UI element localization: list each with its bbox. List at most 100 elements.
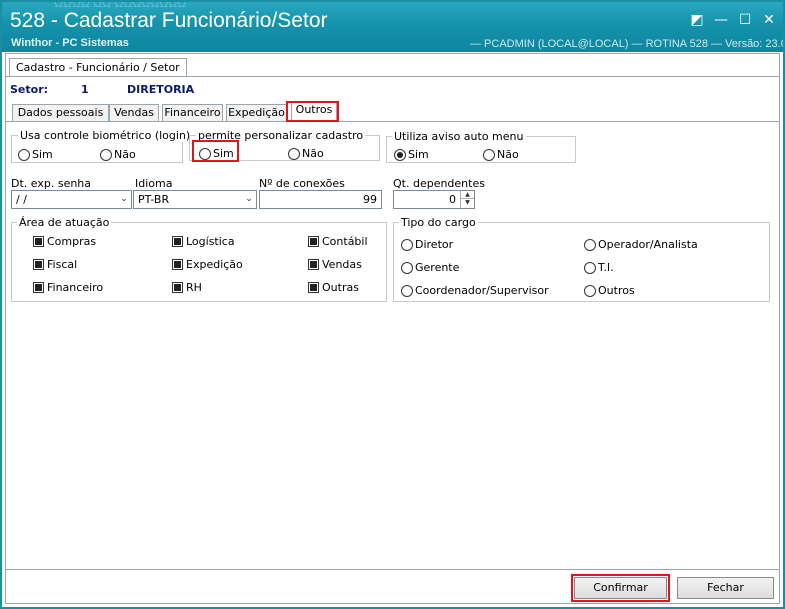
checkbox-icon: [308, 259, 319, 270]
dependentes-value: 0: [449, 193, 456, 206]
spin-up-icon[interactable]: ▲: [461, 191, 474, 199]
radio-label: Operador/Analista: [598, 238, 698, 251]
radio-label: Não: [302, 147, 324, 160]
radio-icon: [100, 148, 112, 161]
radio-label: Sim: [408, 148, 429, 161]
tab-divider: [6, 76, 779, 77]
tab-financeiro[interactable]: Financeiro: [162, 104, 223, 122]
radio-icon: [288, 147, 300, 160]
chevron-down-icon[interactable]: ⌄: [119, 194, 129, 205]
window-controls: ◩ — ☐ ✕: [689, 12, 777, 28]
checkbox-icon: [308, 282, 319, 293]
personalizar-nao-radio[interactable]: Não: [288, 147, 324, 160]
close-button[interactable]: Fechar: [677, 577, 774, 599]
radio-icon: [584, 261, 596, 274]
setor-label: Setor:: [10, 83, 49, 96]
checkbox-label: Fiscal: [47, 258, 78, 271]
aviso-sim-radio[interactable]: Sim: [394, 148, 429, 161]
radio-label: Não: [497, 148, 519, 161]
checkbox-label: Vendas: [322, 258, 362, 271]
window-subtitle: Winthor - PC Sistemas: [11, 37, 129, 49]
radio-label: Coordenador/Supervisor: [415, 284, 549, 297]
checkbox-label: RH: [186, 281, 202, 294]
area-expedicao-checkbox[interactable]: Expedição: [172, 258, 243, 271]
checkbox-icon: [33, 282, 44, 293]
area-fiscal-checkbox[interactable]: Fiscal: [33, 258, 77, 271]
minimize-icon[interactable]: —: [713, 12, 729, 28]
radio-icon: [401, 261, 413, 274]
subtab-divider: [6, 121, 779, 122]
dt-exp-value: / /: [16, 193, 27, 206]
checkbox-label: Compras: [47, 235, 97, 248]
biometrico-sim-radio[interactable]: Sim: [18, 148, 53, 161]
radio-label: Gerente: [415, 261, 460, 274]
tab-vendas[interactable]: Vendas: [109, 104, 159, 122]
cargo-ti-radio[interactable]: T.I.: [584, 261, 614, 274]
checkbox-icon: [172, 282, 183, 293]
area-financeiro-checkbox[interactable]: Financeiro: [33, 281, 103, 294]
idioma-select[interactable]: PT-BR ⌄: [133, 190, 257, 209]
chevron-down-icon[interactable]: ⌄: [244, 194, 254, 205]
area-compras-checkbox[interactable]: Compras: [33, 235, 96, 248]
title-bar[interactable]: ΩΩΩΩ ΩΩ ΩΩΩΩΩΩΩΩ 528 - Cadastrar Funcion…: [2, 2, 783, 52]
checkbox-icon: [172, 236, 183, 247]
radio-label: Sim: [32, 148, 53, 161]
aviso-label: Utiliza aviso auto menu: [392, 130, 526, 143]
radio-label: Não: [114, 148, 136, 161]
highlight-tab-outros: [286, 101, 339, 122]
radio-icon: [401, 238, 413, 251]
area-logistica-checkbox[interactable]: Logística: [172, 235, 235, 248]
radio-label: T.I.: [598, 261, 614, 274]
biometrico-nao-radio[interactable]: Não: [100, 148, 136, 161]
main-panel: Cadastro - Funcionário / Setor Setor: 1 …: [5, 53, 780, 604]
checkbox-label: Contábil: [322, 235, 368, 248]
checkbox-label: Expedição: [186, 258, 243, 271]
tab-expedicao[interactable]: Expedição: [226, 104, 287, 122]
radio-icon: [394, 148, 406, 161]
radio-label: Outros: [598, 284, 635, 297]
aviso-nao-radio[interactable]: Não: [483, 148, 519, 161]
area-outras-checkbox[interactable]: Outras: [308, 281, 359, 294]
app-window: ΩΩΩΩ ΩΩ ΩΩΩΩΩΩΩΩ 528 - Cadastrar Funcion…: [0, 0, 785, 609]
conexoes-label: Nº de conexões: [259, 177, 345, 190]
setor-code: 1: [81, 83, 89, 96]
area-rh-checkbox[interactable]: RH: [172, 281, 202, 294]
dependentes-label: Qt. dependentes: [393, 177, 485, 190]
spin-down-icon[interactable]: ▼: [461, 199, 474, 207]
checkbox-label: Outras: [322, 281, 359, 294]
area-contabil-checkbox[interactable]: Contábil: [308, 235, 368, 248]
user-info: — PCADMIN (LOCAL@LOCAL) — ROTINA 528 — V…: [470, 38, 783, 50]
dt-exp-field[interactable]: / / ⌄: [11, 190, 132, 209]
idioma-label: Idioma: [135, 177, 173, 190]
cargo-outros-radio[interactable]: Outros: [584, 284, 635, 297]
highlight-confirm: [571, 574, 670, 602]
tab-cadastro[interactable]: Cadastro - Funcionário / Setor: [9, 58, 187, 77]
maximize-icon[interactable]: ☐: [737, 12, 753, 28]
checkbox-icon: [33, 236, 44, 247]
dependentes-stepper[interactable]: 0 ▲ ▼: [393, 190, 475, 209]
window-title: 528 - Cadastrar Funcionário/Setor: [10, 9, 328, 32]
cargo-label: Tipo do cargo: [399, 216, 478, 229]
cargo-diretor-radio[interactable]: Diretor: [401, 238, 453, 251]
cargo-operador-radio[interactable]: Operador/Analista: [584, 238, 698, 251]
idioma-value: PT-BR: [138, 193, 170, 206]
cargo-coordenador-radio[interactable]: Coordenador/Supervisor: [401, 284, 549, 297]
checkbox-label: Logística: [186, 235, 235, 248]
footer-divider: [6, 569, 779, 570]
area-vendas-checkbox[interactable]: Vendas: [308, 258, 362, 271]
radio-icon: [483, 148, 495, 161]
radio-icon: [18, 148, 30, 161]
conexoes-field[interactable]: 99: [259, 190, 382, 209]
checkbox-label: Financeiro: [47, 281, 104, 294]
checkbox-icon: [33, 259, 44, 270]
cargo-gerente-radio[interactable]: Gerente: [401, 261, 459, 274]
close-label: Fechar: [707, 581, 744, 594]
setor-name: DIRETORIA: [127, 83, 195, 96]
close-icon[interactable]: ✕: [761, 12, 777, 28]
radio-label: Diretor: [415, 238, 454, 251]
radio-icon: [584, 238, 596, 251]
biometrico-label: Usa controle biométrico (login): [18, 129, 193, 142]
restore-icon[interactable]: ◩: [689, 12, 705, 28]
spinner[interactable]: ▲ ▼: [460, 191, 474, 208]
tab-dados-pessoais[interactable]: Dados pessoais: [12, 104, 109, 122]
